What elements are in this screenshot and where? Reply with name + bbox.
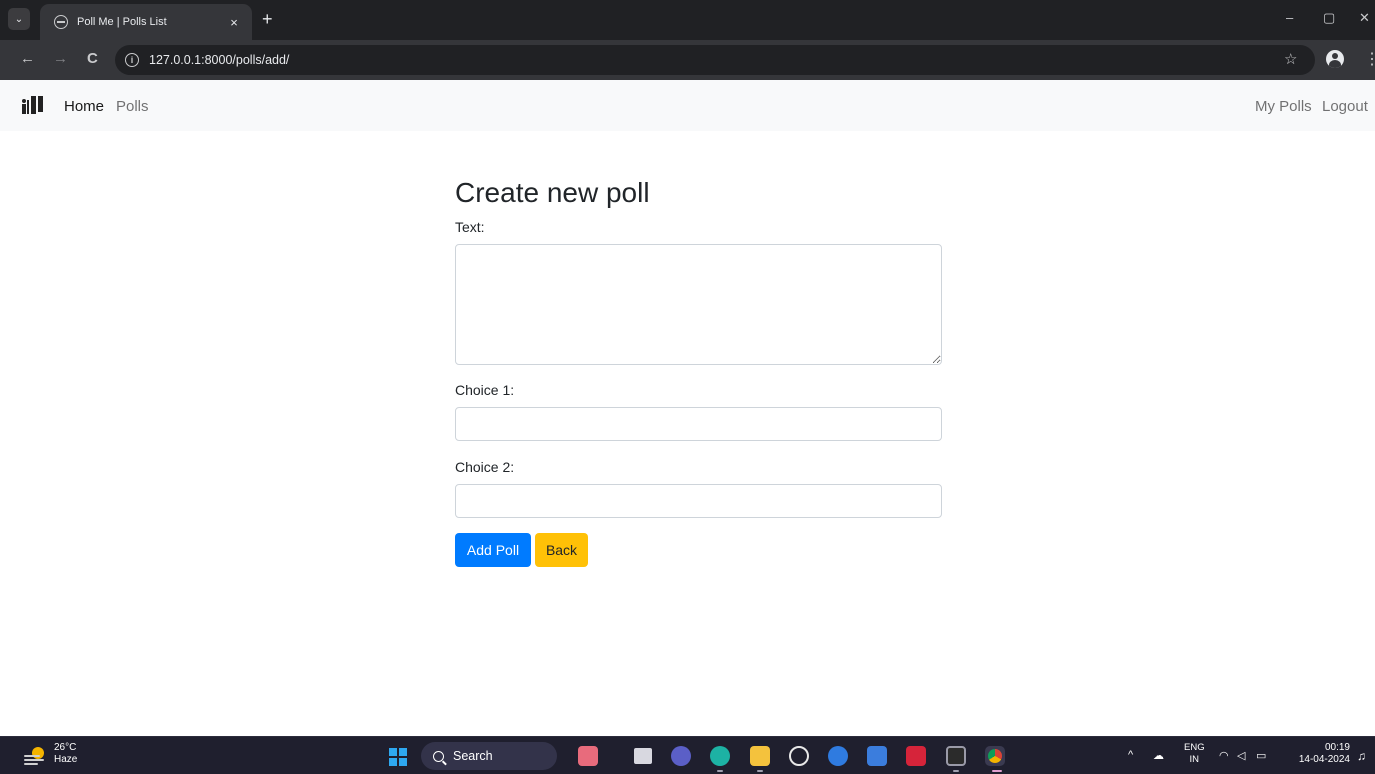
browser-toolbar: ← → C i 127.0.0.1:8000/polls/add/ [0, 40, 1375, 80]
notification-bell-icon[interactable]: ♫ [1357, 749, 1366, 763]
volume-icon[interactable]: ◁ [1237, 749, 1245, 762]
lang-bottom: IN [1189, 754, 1200, 765]
browser-tab-strip: ⌄ Poll Me | Polls List × + – ▢ ✕ [0, 0, 1375, 40]
language-indicator[interactable]: ENG IN [1184, 742, 1205, 766]
taskbar-search-label: Search [453, 749, 493, 763]
tab-search-button[interactable]: ⌄ [8, 8, 30, 30]
browser-menu-icon[interactable]: ⋮ [1364, 49, 1375, 69]
reload-icon[interactable]: C [87, 50, 98, 68]
microsoft-store-icon[interactable] [867, 746, 887, 766]
tab-close-icon[interactable]: × [226, 15, 242, 30]
terminal-icon[interactable] [946, 746, 966, 766]
nav-polls-link[interactable]: Polls [116, 98, 149, 115]
text-label: Text: [455, 219, 485, 235]
choice1-input[interactable] [455, 407, 942, 441]
add-poll-button[interactable]: Add Poll [455, 533, 531, 567]
teams-chat-icon[interactable] [671, 746, 691, 766]
forward-arrow-icon[interactable]: → [53, 50, 68, 68]
task-view-icon[interactable] [634, 748, 652, 764]
search-icon [433, 750, 444, 762]
url-text[interactable]: 127.0.0.1:8000/polls/add/ [149, 53, 289, 67]
profile-avatar-icon[interactable] [1326, 50, 1344, 68]
choice1-label: Choice 1: [455, 382, 515, 398]
address-bar[interactable]: i 127.0.0.1:8000/polls/add/ [115, 45, 1315, 75]
nav-home-link[interactable]: Home [64, 98, 104, 115]
minimize-button[interactable]: – [1286, 10, 1293, 25]
browser-tab-active[interactable]: Poll Me | Polls List × [40, 4, 252, 40]
onedrive-icon[interactable]: ☁ [1153, 749, 1164, 762]
site-navbar: Home Polls My Polls Logout [0, 80, 1375, 131]
taskbar-search[interactable]: Search [421, 742, 557, 770]
restore-button[interactable]: ▢ [1323, 10, 1335, 26]
globe-icon [54, 15, 68, 29]
tab-title: Poll Me | Polls List [77, 16, 167, 28]
choice2-label: Choice 2: [455, 459, 515, 475]
python-app-icon[interactable] [828, 746, 848, 766]
nav-logout-link[interactable]: Logout [1322, 98, 1368, 115]
mcafee-icon[interactable] [906, 746, 926, 766]
github-desktop-icon[interactable] [789, 746, 809, 766]
store-bags-icon[interactable] [578, 746, 598, 766]
weather-temp: 26°C [54, 742, 77, 753]
new-tab-button[interactable]: + [262, 9, 273, 29]
bookmark-star-icon[interactable]: ☆ [1284, 50, 1297, 68]
weather-widget[interactable]: 26°C Haze [54, 742, 77, 766]
back-button[interactable]: Back [535, 533, 588, 567]
tray-chevron-icon[interactable]: ^ [1128, 749, 1133, 761]
taskbar-clock[interactable]: 00:19 14-04-2024 [1292, 742, 1350, 766]
windows-start-icon[interactable] [389, 748, 407, 766]
clock-date: 14-04-2024 [1298, 754, 1350, 765]
edge-browser-icon[interactable] [710, 746, 730, 766]
battery-icon[interactable]: ▭ [1256, 749, 1266, 762]
chrome-icon[interactable] [988, 749, 1002, 763]
clock-time: 00:19 [1324, 742, 1350, 753]
choice2-input[interactable] [455, 484, 942, 518]
wifi-icon[interactable]: ◠ [1219, 749, 1229, 762]
windows-taskbar: 26°C Haze Search ^ ☁ ENG IN ◠ ◁ ▭ 00:19 … [0, 736, 1375, 774]
back-arrow-icon[interactable]: ← [20, 50, 35, 68]
page-title: Create new poll [455, 177, 650, 208]
poll-text-textarea[interactable] [455, 244, 942, 365]
nav-my-polls-link[interactable]: My Polls [1255, 98, 1312, 115]
weather-desc: Haze [54, 754, 78, 765]
weather-haze-icon[interactable] [24, 747, 46, 765]
file-explorer-icon[interactable] [750, 746, 770, 766]
lang-top: ENG [1184, 742, 1205, 753]
site-info-icon[interactable]: i [125, 53, 139, 67]
poll-brand-icon[interactable] [22, 96, 44, 114]
window-close-button[interactable]: ✕ [1359, 10, 1370, 26]
